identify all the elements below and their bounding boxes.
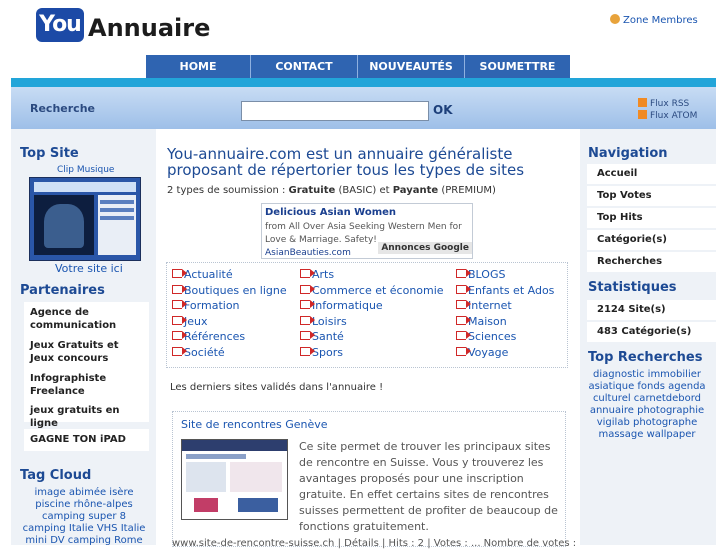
- feed-rss-label: Flux RSS: [650, 99, 690, 109]
- category-link[interactable]: Maison: [456, 315, 507, 328]
- category-link[interactable]: Références: [172, 330, 245, 343]
- arrow-icon: [172, 316, 187, 325]
- arrow-icon: [300, 316, 315, 325]
- category-link[interactable]: Enfants et Ados: [456, 284, 554, 297]
- nav-link-recherches[interactable]: Recherches: [587, 252, 718, 272]
- top-recherches-title: Top Recherches: [588, 350, 703, 365]
- nav-nouveautes[interactable]: NOUVEAUTÉS: [358, 55, 465, 78]
- partner-link[interactable]: Agence de communication: [24, 302, 149, 338]
- feed-atom-link[interactable]: Flux ATOM: [638, 110, 697, 121]
- arrow-icon: [300, 269, 315, 278]
- tag-cloud[interactable]: image abimée isère piscine rhône-alpes c…: [20, 487, 148, 545]
- search-ok-button[interactable]: OK: [433, 103, 453, 117]
- arrow-icon: [300, 331, 315, 340]
- top-recherches-cloud[interactable]: diagnostic immobilier asiatique fonds ag…: [586, 369, 708, 441]
- rss-icon: [638, 110, 647, 119]
- nav-home[interactable]: HOME: [146, 55, 251, 78]
- ad-title[interactable]: Delicious Asian Women: [265, 207, 396, 218]
- arrow-icon: [172, 331, 187, 340]
- google-ad[interactable]: Delicious Asian Women from All Over Asia…: [261, 203, 473, 259]
- ad-url[interactable]: AsianBeauties.com: [265, 248, 351, 258]
- site-title-link[interactable]: Site de rencontres Genève: [181, 418, 328, 431]
- nav-link-top-votes[interactable]: Top Votes: [587, 186, 718, 206]
- soumission-info: 2 types de soumission : Gratuite (BASIC)…: [167, 185, 496, 196]
- category-link[interactable]: Actualité: [172, 268, 233, 281]
- zone-membres-link[interactable]: Zone Membres: [610, 14, 698, 26]
- category-link[interactable]: Santé: [300, 330, 344, 343]
- arrow-icon: [300, 285, 315, 294]
- arrow-icon: [300, 347, 315, 356]
- search-input[interactable]: [241, 101, 429, 121]
- site-description: Ce site permet de trouver les principaux…: [299, 440, 558, 533]
- category-link[interactable]: Société: [172, 346, 225, 359]
- partner-link[interactable]: GAGNE TON iPAD: [24, 429, 149, 451]
- derniers-sites-heading: Les derniers sites validés dans l'annuai…: [170, 382, 384, 393]
- nav-link-top-hits[interactable]: Top Hits: [587, 208, 718, 228]
- feed-atom-label: Flux ATOM: [650, 111, 698, 121]
- category-link[interactable]: Boutiques en ligne: [172, 284, 287, 297]
- category-link[interactable]: Internet: [456, 299, 512, 312]
- arrow-icon: [172, 300, 187, 309]
- arrow-icon: [456, 316, 471, 325]
- category-link[interactable]: Spors: [300, 346, 343, 359]
- votre-site-ici-link[interactable]: Votre site ici: [55, 262, 123, 275]
- partner-link[interactable]: Infographiste Freelance: [24, 368, 149, 404]
- category-link[interactable]: Commerce et économie: [300, 284, 444, 297]
- partner-link[interactable]: Jeux Gratuits et Jeux concours: [24, 335, 149, 371]
- site-thumbnail[interactable]: [181, 439, 288, 520]
- category-link[interactable]: Loisirs: [300, 315, 347, 328]
- statistiques-title: Statistiques: [588, 280, 677, 295]
- category-link[interactable]: Jeux: [172, 315, 208, 328]
- arrow-icon: [456, 269, 471, 278]
- feed-rss-link[interactable]: Flux RSS: [638, 98, 689, 109]
- tag-cloud-title: Tag Cloud: [20, 468, 92, 483]
- top-site-title: Top Site: [20, 146, 79, 161]
- nav-link-accueil[interactable]: Accueil: [587, 164, 718, 184]
- arrow-icon: [456, 331, 471, 340]
- site-footer[interactable]: www.site-de-rencontre-suisse.ch | Détail…: [172, 538, 576, 549]
- stat-sites: 2124 Site(s): [587, 300, 718, 320]
- main-nav: HOME CONTACT NOUVEAUTÉS SOUMETTRE: [146, 55, 570, 78]
- partenaires-title: Partenaires: [20, 283, 105, 298]
- arrow-icon: [456, 285, 471, 294]
- arrow-icon: [456, 300, 471, 309]
- stat-categories: 483 Catégorie(s): [587, 322, 718, 342]
- category-link[interactable]: BLOGS: [456, 268, 505, 281]
- navigation-title: Navigation: [588, 146, 668, 161]
- zone-membres-label: Zone Membres: [623, 15, 698, 26]
- ad-badge[interactable]: Annonces Google: [378, 242, 472, 254]
- category-link[interactable]: Formation: [172, 299, 240, 312]
- nav-link-categories[interactable]: Catégorie(s): [587, 230, 718, 250]
- category-link[interactable]: Arts: [300, 268, 334, 281]
- logo-text[interactable]: Annuaire: [88, 14, 210, 42]
- category-link[interactable]: Voyage: [456, 346, 508, 359]
- nav-soumettre[interactable]: SOUMETTRE: [465, 55, 570, 78]
- partner-link[interactable]: jeux gratuits en ligne: [24, 400, 149, 429]
- arrow-icon: [172, 347, 187, 356]
- arrow-icon: [456, 347, 471, 356]
- arrow-icon: [172, 285, 187, 294]
- category-link[interactable]: Informatique: [300, 299, 383, 312]
- arrow-icon: [172, 269, 187, 278]
- nav-contact[interactable]: CONTACT: [251, 55, 358, 78]
- user-icon: [610, 14, 620, 24]
- top-site-thumbnail[interactable]: [29, 177, 141, 261]
- accent-bar: [11, 78, 716, 87]
- page-title: You-annuaire.com est un annuaire général…: [167, 145, 525, 179]
- top-site-caption[interactable]: Clip Musique: [57, 165, 114, 175]
- arrow-icon: [300, 300, 315, 309]
- category-link[interactable]: Sciences: [456, 330, 516, 343]
- search-label: Recherche: [30, 102, 95, 115]
- rss-icon: [638, 98, 647, 107]
- logo-you[interactable]: You: [36, 8, 84, 42]
